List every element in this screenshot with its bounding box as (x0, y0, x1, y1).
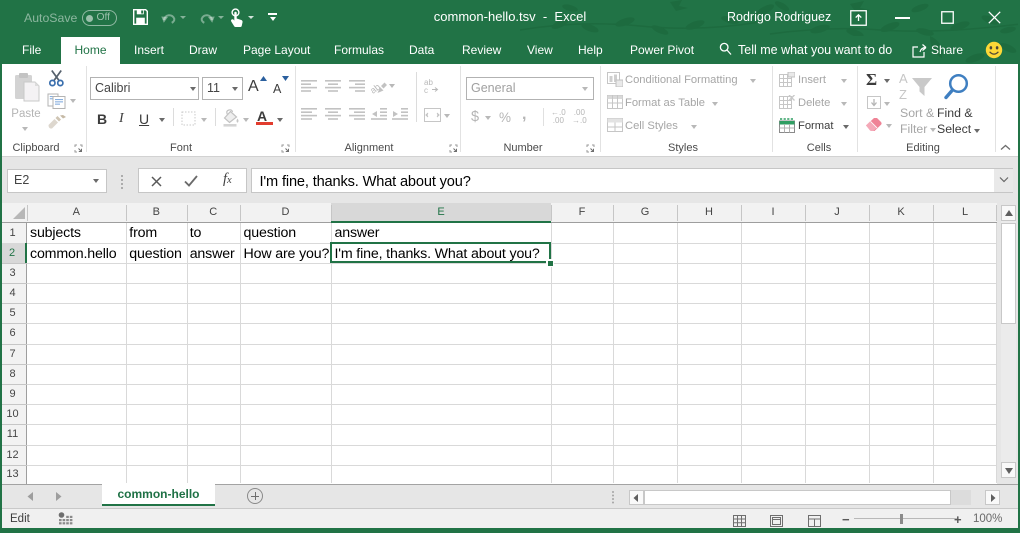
svg-text:A: A (899, 71, 908, 86)
svg-text:Z: Z (899, 87, 907, 102)
svg-text:c: c (424, 86, 428, 93)
